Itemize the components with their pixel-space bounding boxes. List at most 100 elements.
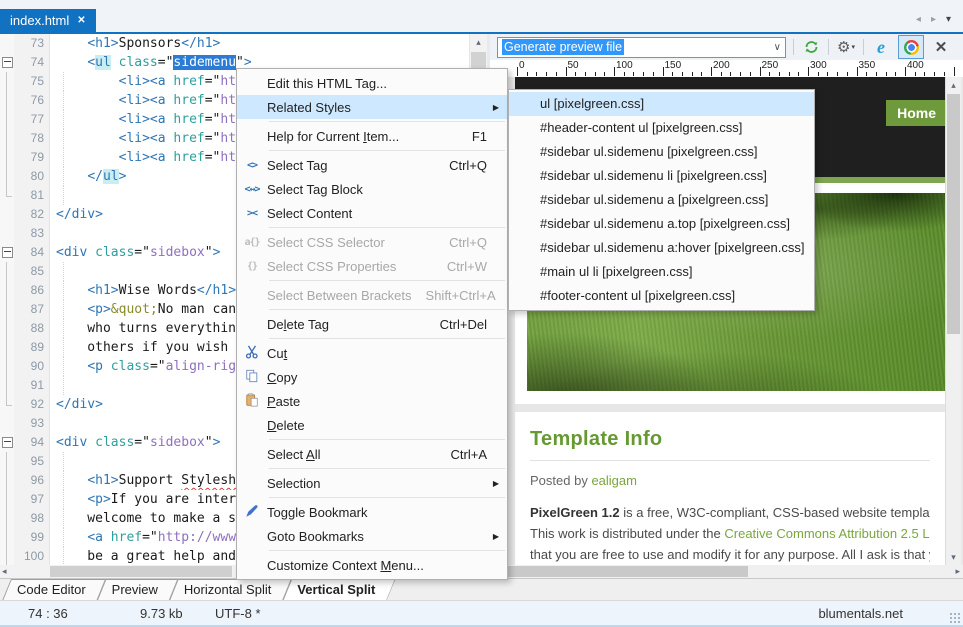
fold-margin	[0, 395, 14, 414]
author-link[interactable]: ealigam	[591, 473, 637, 488]
line-number: 75	[14, 72, 50, 91]
menu-item-toggle-bookmark[interactable]: Toggle Bookmark	[237, 500, 507, 524]
preview-paragraph: that you are free to use and modify it f…	[530, 544, 930, 565]
preview-source-combobox[interactable]: Generate preview file ∨	[497, 37, 786, 58]
view-tab-label: Code Editor	[2, 579, 106, 597]
tab-index-html[interactable]: index.html ✕	[0, 9, 96, 32]
ruler-label: 100	[616, 60, 633, 71]
close-preview-icon[interactable]: ✕	[931, 36, 951, 58]
ruler-tick	[595, 72, 596, 76]
fold-toggle-icon[interactable]	[0, 433, 14, 452]
menu-item-copy[interactable]: Copy	[237, 365, 507, 389]
home-nav-button[interactable]: Home	[886, 100, 947, 126]
preview-horizontal-scrollbar[interactable]: ◂ ▸	[490, 565, 963, 578]
preview-vscroll-thumb[interactable]	[947, 94, 960, 334]
scroll-up-icon[interactable]: ▴	[946, 77, 961, 93]
preview-paragraph: PixelGreen 1.2 is a free, W3C-compliant,…	[530, 502, 930, 523]
fold-margin	[0, 224, 14, 243]
tab-list-dropdown-icon[interactable]: ▾	[946, 14, 951, 25]
menu-item-paste[interactable]: Paste	[237, 389, 507, 413]
submenu-item-css-rule[interactable]: #footer-content ul [pixelgreen.css]	[509, 284, 814, 308]
fold-margin	[0, 547, 14, 565]
ruler-tick	[779, 72, 780, 76]
menu-item-help-for-current-item[interactable]: Help for Current Item... F1	[237, 124, 507, 148]
fold-toggle-icon[interactable]	[0, 243, 14, 262]
ruler-tick	[575, 72, 576, 76]
ruler: 050100150200250300350400	[490, 60, 963, 77]
chrome-browser-icon[interactable]	[898, 35, 924, 59]
scroll-down-icon[interactable]: ▾	[946, 550, 961, 565]
menu-item-customize-context-menu[interactable]: Customize Context Menu...	[237, 553, 507, 577]
window-resize-grip[interactable]	[949, 612, 960, 623]
ie-browser-icon[interactable]: e	[871, 36, 891, 58]
ruler-tick	[633, 72, 634, 76]
menu-shortcut: Ctrl+Q	[449, 158, 487, 173]
menu-separator	[269, 439, 505, 440]
combobox-dropdown-icon[interactable]: ∨	[774, 42, 781, 53]
fold-toggle-icon[interactable]	[0, 53, 14, 72]
menu-item-label: Goto Bookmarks	[267, 529, 487, 544]
ruler-tick	[886, 72, 887, 76]
view-tab-horizontal-split[interactable]: Horizontal Split	[169, 579, 291, 601]
code-line[interactable]: 73 <h1>Sponsors</h1>	[0, 34, 470, 53]
preview-link[interactable]: Creative Commons Attribution 2.5 License…	[724, 526, 930, 541]
section-divider	[515, 404, 945, 412]
fold-margin	[0, 281, 14, 300]
submenu-item-css-rule[interactable]: #sidebar ul.sidemenu a:hover [pixelgreen…	[509, 236, 814, 260]
gear-glyph: ⚙	[837, 40, 850, 55]
menu-item-label: Edit this HTML Tag...	[267, 76, 487, 91]
brand-link: blumentals.net	[818, 606, 903, 621]
scroll-right-icon[interactable]: ▸	[955, 566, 960, 577]
menu-item-select-tag-block[interactable]: <↔>Select Tag Block	[237, 177, 507, 201]
menu-item-related-styles[interactable]: Related Styles▶	[237, 95, 507, 119]
line-number: 94	[14, 433, 50, 452]
preview-hscroll-thumb[interactable]	[508, 566, 748, 577]
fold-margin	[0, 72, 14, 91]
view-tab-preview[interactable]: Preview	[97, 579, 178, 601]
menu-item-edit-this-html-tag[interactable]: Edit this HTML Tag...	[237, 71, 507, 95]
refresh-icon[interactable]	[801, 36, 821, 58]
menu-item-cut[interactable]: Cut	[237, 341, 507, 365]
submenu-item-css-rule[interactable]: ul [pixelgreen.css]	[509, 92, 814, 116]
submenu-item-css-rule[interactable]: #sidebar ul.sidemenu [pixelgreen.css]	[509, 140, 814, 164]
cursor-position: 74 : 36	[28, 606, 68, 621]
ruler-tick	[895, 72, 896, 76]
menu-item-select-all[interactable]: Select AllCtrl+A	[237, 442, 507, 466]
submenu-item-css-rule[interactable]: #sidebar ul.sidemenu a.top [pixelgreen.c…	[509, 212, 814, 236]
preview-vertical-scrollbar[interactable]: ▴ ▾	[945, 77, 961, 565]
fold-margin	[0, 509, 14, 528]
ruler-tick	[527, 72, 528, 76]
view-tab-vertical-split[interactable]: Vertical Split	[282, 579, 395, 601]
menu-item-delete[interactable]: Delete	[237, 413, 507, 437]
tab-scroll-right-icon[interactable]: ▸	[931, 14, 936, 25]
scroll-left-icon[interactable]: ◂	[2, 566, 7, 577]
submenu-item-css-rule[interactable]: #sidebar ul.sidemenu a [pixelgreen.css]	[509, 188, 814, 212]
view-tab-label: Preview	[97, 579, 178, 597]
close-tab-icon[interactable]: ✕	[77, 15, 85, 26]
menu-item-selection[interactable]: Selection▶	[237, 471, 507, 495]
ruler-tick	[827, 72, 828, 76]
tab-scroll-left-icon[interactable]: ◂	[916, 14, 921, 25]
ruler-tick	[546, 72, 547, 76]
view-tab-code-editor[interactable]: Code Editor	[2, 579, 106, 601]
editor-hscroll-thumb[interactable]	[50, 566, 232, 577]
menu-item-goto-bookmarks[interactable]: Goto Bookmarks▶	[237, 524, 507, 548]
ruler-tick	[663, 67, 664, 76]
gear-dropdown-icon: ▾	[851, 43, 855, 51]
scroll-up-icon[interactable]: ▴	[470, 34, 487, 50]
submenu-item-css-rule[interactable]: #header-content ul [pixelgreen.css]	[509, 116, 814, 140]
menu-item-delete-tag[interactable]: Delete TagCtrl+Del	[237, 312, 507, 336]
line-number: 100	[14, 547, 50, 565]
submenu-item-css-rule[interactable]: #sidebar ul.sidemenu li [pixelgreen.css]	[509, 164, 814, 188]
submenu-item-css-rule[interactable]: #main ul li [pixelgreen.css]	[509, 260, 814, 284]
line-number: 93	[14, 414, 50, 433]
menu-separator	[269, 550, 505, 551]
fold-margin	[0, 300, 14, 319]
settings-gear-icon[interactable]: ⚙ ▾	[836, 36, 856, 58]
menu-shortcut: F1	[472, 129, 487, 144]
menu-item-label: Help for Current Item...	[267, 129, 458, 144]
menu-item-select-tag[interactable]: <>Select TagCtrl+Q	[237, 153, 507, 177]
menu-item-select-content[interactable]: ><Select Content	[237, 201, 507, 225]
menu-item-label: Select Tag	[267, 158, 435, 173]
ruler-tick	[614, 67, 615, 76]
